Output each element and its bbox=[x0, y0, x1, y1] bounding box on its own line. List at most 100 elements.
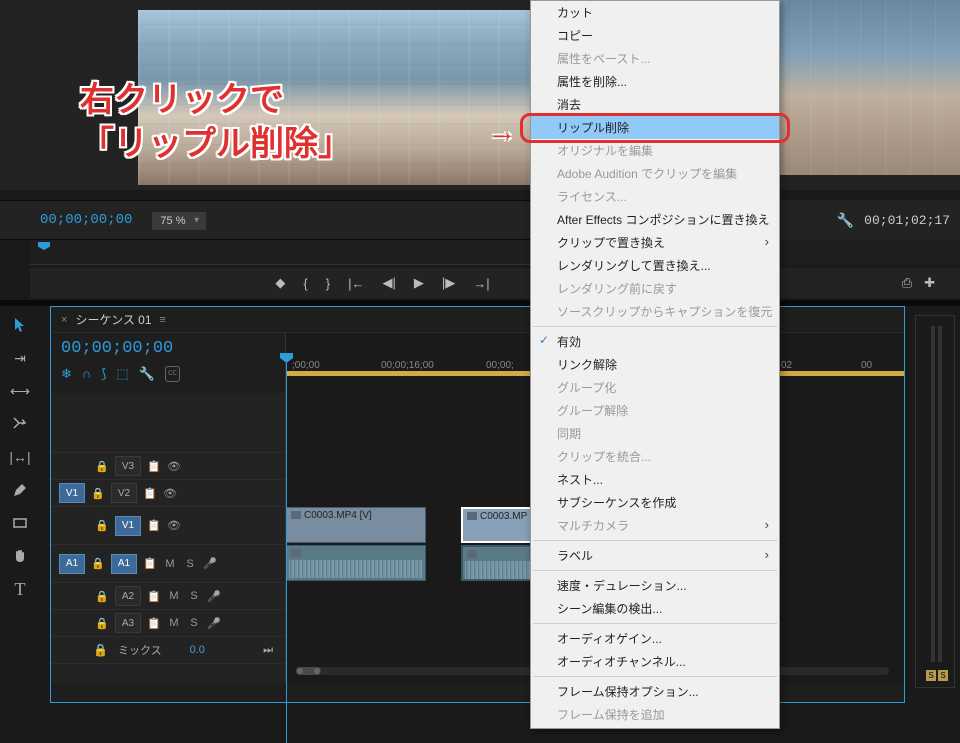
solo-button[interactable]: S bbox=[187, 590, 201, 602]
toggle-output-icon[interactable]: 📋 bbox=[147, 617, 161, 630]
snap-icon[interactable]: ∩ bbox=[82, 366, 91, 382]
mic-icon[interactable]: 🎤 bbox=[207, 590, 221, 603]
wrench-icon[interactable]: 🔧 bbox=[139, 366, 155, 382]
menu-item[interactable]: 消去 bbox=[531, 93, 779, 116]
track-label[interactable]: V3 bbox=[115, 456, 141, 476]
track-a2-header[interactable]: 🔒 A2 📋 M S 🎤 bbox=[51, 583, 285, 610]
menu-item[interactable]: フレーム保持オプション... bbox=[531, 680, 779, 703]
track-label[interactable]: V1 bbox=[115, 516, 141, 536]
lock-icon[interactable]: 🔒 bbox=[91, 487, 105, 500]
menu-item[interactable]: カット bbox=[531, 1, 779, 24]
mark-out-button[interactable]: } bbox=[326, 276, 330, 291]
video-clip[interactable]: C0003.MP4 [V] bbox=[286, 507, 426, 543]
scrollbar-thumb[interactable] bbox=[296, 667, 321, 675]
hand-tool-icon[interactable] bbox=[8, 546, 32, 566]
close-icon[interactable]: × bbox=[61, 314, 67, 326]
menu-item[interactable]: コピー bbox=[531, 24, 779, 47]
lock-icon[interactable]: 🔒 bbox=[95, 590, 109, 603]
track-a1-header[interactable]: A1 🔒 A1 📋 M S 🎤 bbox=[51, 545, 285, 583]
solo-indicator[interactable]: S bbox=[938, 670, 948, 681]
link-icon[interactable]: ⟆ bbox=[101, 366, 106, 382]
track-label[interactable]: A1 bbox=[111, 554, 137, 574]
menu-item[interactable]: 速度・デュレーション... bbox=[531, 574, 779, 597]
marker-span-icon[interactable]: ⬚ bbox=[116, 366, 128, 382]
mix-value[interactable]: 0.0 bbox=[190, 644, 205, 656]
lock-icon[interactable]: 🔒 bbox=[95, 519, 109, 532]
pen-tool-icon[interactable] bbox=[8, 480, 32, 500]
timeline-timecode[interactable]: 00;00;00;00 bbox=[61, 339, 275, 358]
track-v3-header[interactable]: 🔒 V3 📋 👁 bbox=[51, 453, 285, 480]
rectangle-tool-icon[interactable] bbox=[8, 513, 32, 533]
menu-item[interactable]: シーン編集の検出... bbox=[531, 597, 779, 620]
mic-icon[interactable]: 🎤 bbox=[203, 557, 217, 570]
track-select-tool-icon[interactable]: ⇥ bbox=[8, 348, 32, 368]
add-button[interactable]: ✚ bbox=[924, 275, 935, 291]
eye-icon[interactable]: 👁 bbox=[163, 487, 177, 500]
lock-icon[interactable]: 🔒 bbox=[91, 557, 105, 570]
track-v2-header[interactable]: V1 🔒 V2 📋 👁 bbox=[51, 480, 285, 507]
menu-item[interactable]: リンク解除 bbox=[531, 353, 779, 376]
menu-item[interactable]: オーディオチャンネル... bbox=[531, 650, 779, 673]
lock-icon[interactable]: 🔒 bbox=[93, 643, 108, 657]
audio-clip-selected[interactable] bbox=[461, 545, 536, 581]
mute-button[interactable]: M bbox=[167, 590, 181, 602]
program-timecode[interactable]: 00;01;02;17 bbox=[864, 213, 950, 228]
menu-item[interactable]: ネスト... bbox=[531, 468, 779, 491]
toggle-output-icon[interactable]: 📋 bbox=[147, 519, 161, 532]
track-a3-header[interactable]: 🔒 A3 📋 M S 🎤 bbox=[51, 610, 285, 637]
solo-button[interactable]: S bbox=[187, 617, 201, 629]
menu-item[interactable]: 属性を削除... bbox=[531, 70, 779, 93]
menu-item[interactable]: After Effects コンポジションに置き換え bbox=[531, 208, 779, 231]
go-to-in-button[interactable]: |← bbox=[348, 276, 364, 291]
track-v1-header[interactable]: 🔒 V1 📋 👁 bbox=[51, 507, 285, 545]
razor-tool-icon[interactable] bbox=[8, 414, 32, 434]
play-button[interactable]: ▶ bbox=[414, 275, 424, 291]
menu-item[interactable]: レンダリングして置き換え... bbox=[531, 254, 779, 277]
type-tool-icon[interactable]: T bbox=[8, 579, 32, 599]
solo-indicator[interactable]: S bbox=[926, 670, 936, 681]
menu-item[interactable]: サブシーケンスを作成 bbox=[531, 491, 779, 514]
tab-menu-icon[interactable]: ≡ bbox=[160, 314, 166, 326]
step-fwd-button[interactable]: |▶ bbox=[442, 275, 455, 291]
mark-in-button[interactable]: { bbox=[303, 276, 307, 291]
menu-item[interactable]: ラベル bbox=[531, 544, 779, 567]
track-label[interactable]: A2 bbox=[115, 586, 141, 606]
track-source-label[interactable]: A1 bbox=[59, 554, 85, 574]
toggle-output-icon[interactable]: 📋 bbox=[143, 487, 157, 500]
toggle-output-icon[interactable]: 📋 bbox=[143, 557, 157, 570]
source-timecode[interactable]: 00;00;00;00 bbox=[40, 212, 132, 228]
add-marker-button[interactable]: ◆ bbox=[275, 275, 285, 291]
toggle-output-icon[interactable]: 📋 bbox=[147, 460, 161, 473]
mic-icon[interactable]: 🎤 bbox=[207, 617, 221, 630]
menu-item[interactable]: リップル削除 bbox=[531, 116, 779, 139]
step-back-button[interactable]: ◀| bbox=[382, 275, 395, 291]
snowflake-icon[interactable]: ❄ bbox=[61, 366, 72, 382]
track-source-label[interactable]: V1 bbox=[59, 483, 85, 503]
video-clip-selected[interactable]: C0003.MP bbox=[461, 507, 536, 543]
solo-button[interactable]: S bbox=[183, 558, 197, 570]
menu-item[interactable]: オーディオゲイン... bbox=[531, 627, 779, 650]
eye-icon[interactable]: 👁 bbox=[167, 460, 181, 473]
cc-icon[interactable]: cc bbox=[165, 366, 180, 382]
ripple-edit-tool-icon[interactable]: ⟷ bbox=[8, 381, 32, 401]
playhead-marker-icon[interactable] bbox=[38, 242, 50, 250]
menu-item[interactable]: 有効 bbox=[531, 330, 779, 353]
slip-tool-icon[interactable]: |↔| bbox=[8, 447, 32, 467]
lock-icon[interactable]: 🔒 bbox=[95, 460, 109, 473]
selection-tool-icon[interactable] bbox=[8, 315, 32, 335]
wrench-icon[interactable]: 🔧 bbox=[837, 212, 854, 229]
mute-button[interactable]: M bbox=[167, 617, 181, 629]
menu-item[interactable]: クリップで置き換え bbox=[531, 231, 779, 254]
lock-icon[interactable]: 🔒 bbox=[95, 617, 109, 630]
export-frame-button[interactable]: ⎙ bbox=[902, 275, 912, 291]
toggle-output-icon[interactable]: 📋 bbox=[147, 590, 161, 603]
track-label[interactable]: A3 bbox=[115, 613, 141, 633]
zoom-select[interactable]: 75 % ▼ bbox=[152, 213, 205, 227]
skip-icon[interactable]: ⏭ bbox=[263, 644, 273, 657]
track-label[interactable]: V2 bbox=[111, 483, 137, 503]
mute-button[interactable]: M bbox=[163, 558, 177, 570]
playhead[interactable] bbox=[286, 361, 287, 743]
audio-clip[interactable] bbox=[286, 545, 426, 581]
mix-track-header[interactable]: 🔒 ミックス 0.0 ⏭ bbox=[51, 637, 285, 664]
go-to-out-button[interactable]: →| bbox=[473, 276, 489, 291]
